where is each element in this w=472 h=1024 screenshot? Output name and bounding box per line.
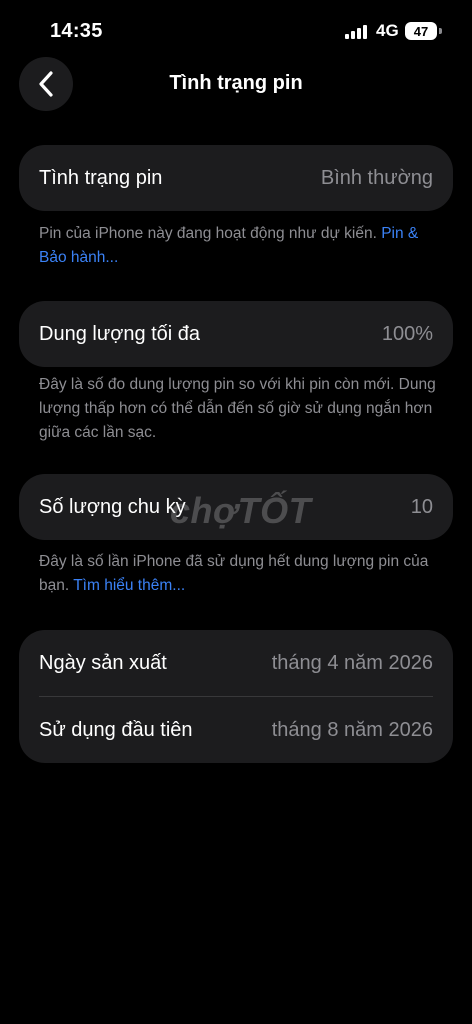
cycle-count-value: 10 <box>410 495 433 518</box>
network-type: 4G <box>376 21 399 40</box>
status-bar: 14:35 4G 47 <box>0 0 472 60</box>
battery-health-card: Tình trạng pin Bình thường <box>19 145 453 211</box>
cycle-count-label: Số lượng chu kỳ <box>39 495 186 518</box>
battery-health-label: Tình trạng pin <box>39 166 163 189</box>
learn-more-link[interactable]: Tìm hiểu thêm... <box>73 577 185 594</box>
battery-health-note: Pin của iPhone này đang hoạt động như dự… <box>39 222 439 270</box>
battery-level: 47 <box>413 23 429 39</box>
cycle-count-note: Đây là số lần iPhone đã sử dụng hết dung… <box>39 550 439 598</box>
cellular-signal-icon <box>345 25 367 39</box>
battery-health-note-text: Pin của iPhone này đang hoạt động như dự… <box>39 225 382 242</box>
battery-health-value: Bình thường <box>320 166 433 189</box>
first-use-value: tháng 8 năm 2026 <box>271 718 433 741</box>
status-time: 14:35 <box>50 20 103 42</box>
manufacture-date-value: tháng 4 năm 2026 <box>271 651 433 674</box>
battery-nub <box>439 28 442 34</box>
manufacture-date-row: Ngày sản xuất tháng 4 năm 2026 <box>19 630 453 696</box>
manufacture-date-label: Ngày sản xuất <box>39 651 167 674</box>
battery-health-screen: 14:35 4G 47 Tình trạng pin Tình trạng pi… <box>0 0 472 1024</box>
max-capacity-row: Dung lượng tối đa 100% <box>19 301 453 367</box>
max-capacity-label: Dung lượng tối đa <box>39 322 201 345</box>
first-use-row: Sử dụng đầu tiên tháng 8 năm 2026 <box>19 697 453 763</box>
page-title: Tình trạng pin <box>169 72 303 94</box>
battery-icon: 47 <box>405 22 437 40</box>
first-use-label: Sử dụng đầu tiên <box>39 718 193 741</box>
max-capacity-note: Đây là số đo dung lượng pin so với khi p… <box>39 376 436 441</box>
chotot-watermark: chợTỐT <box>170 490 312 531</box>
max-capacity-value: 100% <box>381 322 433 345</box>
max-capacity-card: Dung lượng tối đa 100% <box>19 301 453 367</box>
dates-card: Ngày sản xuất tháng 4 năm 2026 Sử dụng đ… <box>19 630 453 763</box>
battery-health-row: Tình trạng pin Bình thường <box>19 145 453 211</box>
